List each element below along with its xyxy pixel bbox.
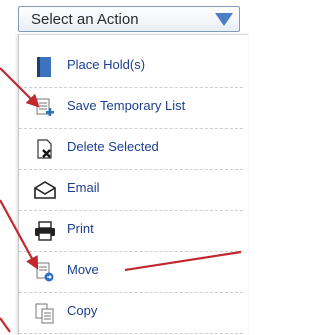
menu-item-label: Place Hold(s)	[67, 57, 146, 72]
menu-item-delete-selected[interactable]: Delete Selected	[19, 129, 243, 170]
action-menu-screen: Select an Action Place Hold(s) Save Temp	[0, 0, 248, 335]
action-menu: Place Hold(s) Save Temporary List Delete…	[18, 34, 248, 335]
menu-item-place-holds[interactable]: Place Hold(s)	[19, 47, 243, 88]
menu-item-save-temporary-list[interactable]: Save Temporary List	[19, 88, 243, 129]
menu-item-print[interactable]: Print	[19, 211, 243, 252]
save-list-icon	[36, 98, 54, 116]
menu-item-label: Move	[67, 262, 99, 277]
annotation-arrow	[0, 317, 11, 333]
copy-icon	[35, 303, 54, 324]
menu-item-email[interactable]: Email	[19, 170, 243, 211]
menu-item-label: Copy	[67, 303, 98, 318]
move-icon	[36, 262, 54, 282]
select-label: Select an Action	[31, 11, 139, 28]
select-an-action-dropdown[interactable]: Select an Action	[18, 6, 240, 32]
menu-item-label: Print	[67, 221, 94, 236]
delete-icon	[37, 139, 52, 159]
menu-item-copy[interactable]: Copy	[19, 293, 243, 334]
triangle-down-icon[interactable]	[215, 13, 233, 26]
book-icon	[37, 57, 51, 77]
menu-item-label: Save Temporary List	[67, 98, 186, 113]
menu-item-label: Delete Selected	[67, 139, 159, 154]
email-icon	[34, 181, 56, 199]
menu-item-move[interactable]: Move	[19, 252, 243, 293]
menu-item-label: Email	[67, 180, 100, 195]
printer-icon	[35, 221, 55, 241]
